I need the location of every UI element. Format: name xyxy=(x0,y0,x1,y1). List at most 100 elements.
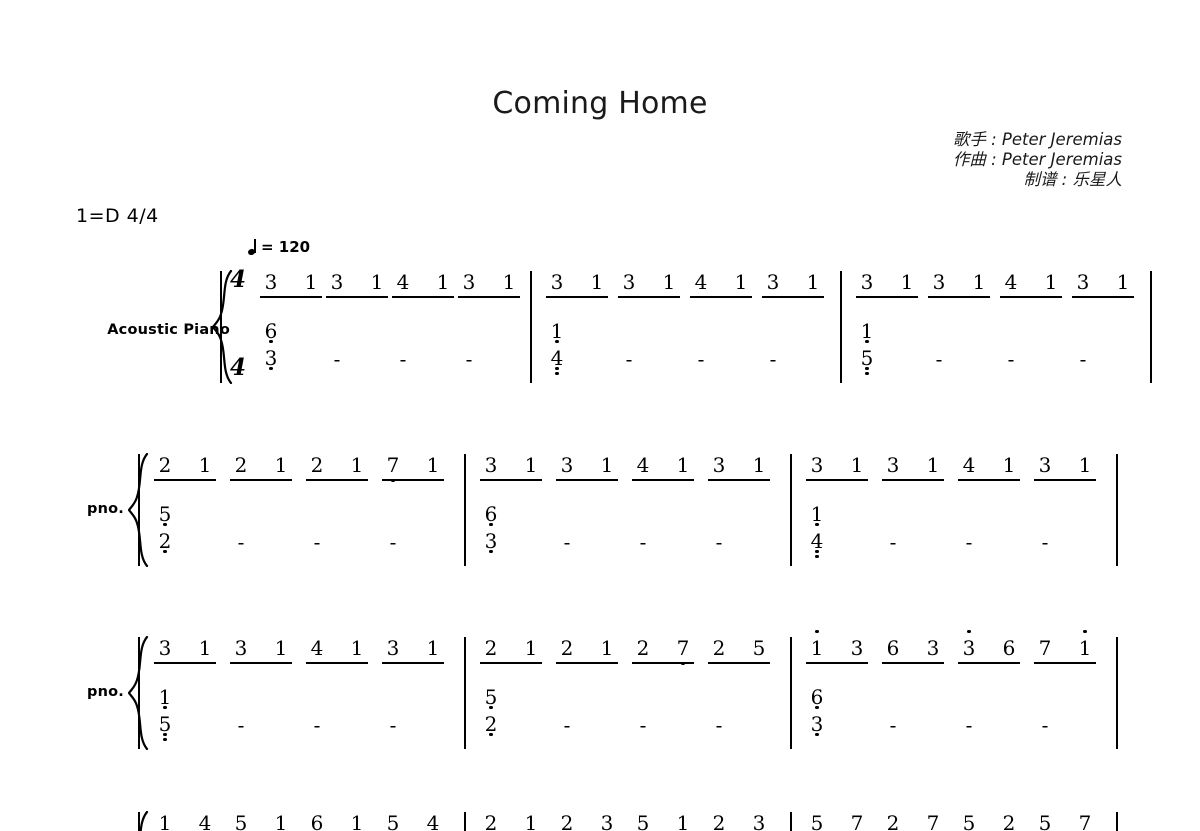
note-b: 1 xyxy=(1002,453,1016,477)
beam-line xyxy=(928,296,990,298)
beam-line xyxy=(708,662,770,664)
barline xyxy=(138,454,140,566)
beat-group: 31 xyxy=(546,270,608,308)
beat-group: 31 xyxy=(762,270,824,308)
treble-row: 31314131 xyxy=(806,453,1124,493)
note-a: 2 xyxy=(234,453,248,477)
barline xyxy=(840,271,842,383)
note-b: 1 xyxy=(600,636,614,660)
staff-label: pno. xyxy=(87,684,124,700)
octave-dot xyxy=(865,340,869,344)
sustain-dash: - xyxy=(465,347,473,371)
note-a: 3 xyxy=(330,270,344,294)
sustain-dash: - xyxy=(333,347,341,371)
note-b: 1 xyxy=(1078,453,1092,477)
chord-tone-upper: 6 xyxy=(264,319,278,344)
octave-dot xyxy=(269,340,273,344)
measure: 3131413114--- xyxy=(538,262,848,392)
note-a: 5 xyxy=(386,811,400,831)
note-b: 1 xyxy=(436,270,450,294)
octave-dot xyxy=(815,630,819,634)
beam-line xyxy=(154,479,216,481)
beat-group: 41 xyxy=(632,453,694,491)
measure: 3131413163--- xyxy=(472,445,798,575)
beat-group: 14 xyxy=(154,811,216,831)
octave-dot xyxy=(815,555,819,559)
beam-line xyxy=(882,662,944,664)
beat-group: 51 xyxy=(230,811,292,831)
beam-line xyxy=(1034,479,1096,481)
note-b: 1 xyxy=(926,453,940,477)
beam-line xyxy=(382,479,444,481)
note-a: 4 xyxy=(694,270,708,294)
chord-tone-upper: 5 xyxy=(484,685,498,710)
barline xyxy=(464,454,466,566)
note-b: 1 xyxy=(198,636,212,660)
barline xyxy=(790,812,792,831)
note-a: 3 xyxy=(860,270,874,294)
note-a: 3 xyxy=(462,270,476,294)
note-b: 1 xyxy=(590,270,604,294)
sustain-dash: - xyxy=(639,713,647,737)
note-b: 2 xyxy=(1002,811,1016,831)
note-b: 1 xyxy=(274,453,288,477)
chord-tone-upper: 6 xyxy=(484,502,498,527)
octave-dot xyxy=(163,523,167,527)
bass-chord: 52 xyxy=(154,503,176,557)
time-signature-numerator: 4 xyxy=(229,266,246,293)
octave-dot xyxy=(865,372,869,376)
beat-group: 21 xyxy=(306,453,368,491)
sustain-dash: - xyxy=(965,530,973,554)
note-a: 2 xyxy=(712,636,726,660)
sustain-dash: - xyxy=(889,530,897,554)
measure: 2121217152--- xyxy=(146,445,472,575)
bass-row: 63 - - - xyxy=(260,320,538,384)
beam-line xyxy=(958,662,1020,664)
beat-group: 21 xyxy=(154,453,216,491)
note-a: 2 xyxy=(158,453,172,477)
barline xyxy=(1116,812,1118,831)
treble-row: 21212725 xyxy=(480,636,798,676)
beam-line xyxy=(632,479,694,481)
chord-tone-upper: 1 xyxy=(860,319,874,344)
octave-dot xyxy=(967,630,971,634)
barline xyxy=(138,812,140,831)
music-system-4: pno.145161542123512357275257 xyxy=(0,811,1200,831)
note-b: 1 xyxy=(350,453,364,477)
note-a: 3 xyxy=(550,270,564,294)
beat-group: 41 xyxy=(392,270,454,308)
bass-chord: 15 xyxy=(856,319,878,376)
octave-dot xyxy=(489,550,493,554)
beat-group: 51 xyxy=(632,811,694,831)
note-b: 1 xyxy=(524,811,538,831)
bass-row: 14--- xyxy=(546,320,848,384)
treble-row: 31314131 xyxy=(260,270,538,310)
barline xyxy=(530,271,532,383)
measure: 3131413114--- xyxy=(798,445,1124,575)
bass-chord: 63 xyxy=(480,503,502,557)
note-a: 1 xyxy=(154,811,176,831)
measure: 57275257 xyxy=(798,811,1124,831)
octave-dot xyxy=(163,733,167,737)
chord-tone-lower: 2 xyxy=(158,529,172,554)
page-title: Coming Home xyxy=(492,86,708,121)
note-b: 1 xyxy=(524,453,538,477)
beam-line xyxy=(1034,662,1096,664)
treble-row: 31314131 xyxy=(856,270,1158,310)
note-a: 2 xyxy=(886,811,900,831)
sustain-dash: - xyxy=(313,530,321,554)
beam-line xyxy=(480,662,542,664)
measure: 2121272552--- xyxy=(472,628,798,758)
beat-group: 41 xyxy=(306,636,368,674)
note-b: 1 xyxy=(600,453,614,477)
system-4-clip: pno.145161542123512357275257 xyxy=(0,811,1200,831)
bass-chord: 52 xyxy=(480,686,502,740)
sustain-dash: - xyxy=(935,347,943,371)
beat-group: 31 xyxy=(458,270,520,308)
beat-group: 41 xyxy=(690,270,752,308)
beat-group: 27 xyxy=(632,636,694,674)
note-a: 3 xyxy=(958,630,980,660)
note-a: 4 xyxy=(1004,270,1018,294)
beat-group: 31 xyxy=(556,453,618,491)
note-b: 1 xyxy=(900,270,914,294)
